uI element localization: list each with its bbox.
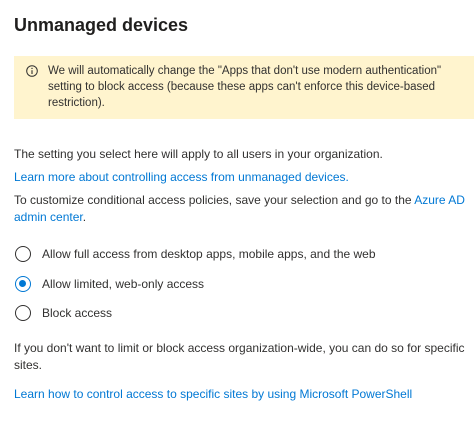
radio-allow-full-access[interactable]: Allow full access from desktop apps, mob… <box>14 244 474 264</box>
info-icon <box>26 65 38 77</box>
radio-button-unchecked[interactable] <box>15 305 31 321</box>
conditional-access-text: To customize conditional access policies… <box>14 193 415 207</box>
warning-text: We will automatically change the "Apps t… <box>48 65 442 109</box>
access-options-radio-group: Allow full access from desktop apps, mob… <box>14 244 474 323</box>
setting-description: The setting you select here will apply t… <box>14 147 383 161</box>
warning-banner: We will automatically change the "Apps t… <box>14 56 474 119</box>
radio-button-checked[interactable] <box>15 275 31 292</box>
powershell-link[interactable]: Learn how to control access to specific … <box>14 387 412 401</box>
radio-label-allow-limited-access: Allow limited, web-only access <box>42 276 205 291</box>
conditional-access-paragraph: To customize conditional access policies… <box>14 192 469 226</box>
conditional-access-period: . <box>82 210 87 224</box>
radio-block-access[interactable]: Block access <box>14 303 474 323</box>
learn-more-link[interactable]: Learn more about controlling access from… <box>14 170 349 184</box>
specific-sites-description: If you don't want to limit or block acce… <box>14 341 465 372</box>
radio-label-block-access: Block access <box>42 306 113 320</box>
learn-more-paragraph: Learn more about controlling access from… <box>14 169 469 186</box>
page-title: Unmanaged devices <box>14 15 189 35</box>
powershell-paragraph: Learn how to control access to specific … <box>14 386 469 403</box>
radio-button-unchecked[interactable] <box>15 246 31 262</box>
radio-label-allow-full-access: Allow full access from desktop apps, mob… <box>42 247 376 261</box>
radio-allow-limited-access[interactable]: Allow limited, web-only access <box>14 274 474 294</box>
unmanaged-devices-panel: Unmanaged devices We will automatically … <box>0 0 474 428</box>
